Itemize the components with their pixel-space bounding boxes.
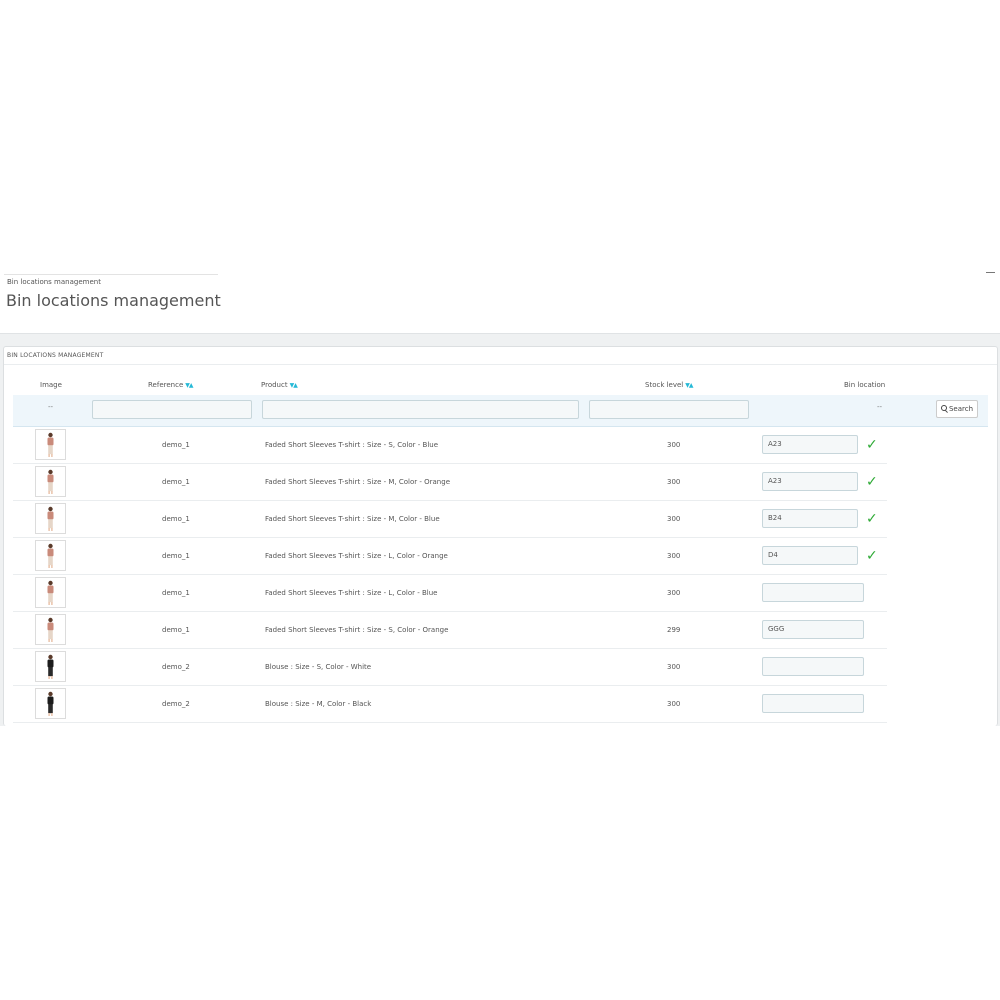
stock-cell: 300 [667, 478, 681, 486]
stock-cell: 300 [667, 663, 681, 671]
search-button-label: Search [948, 405, 974, 413]
product-image-icon [47, 691, 54, 716]
product-thumbnail[interactable] [35, 614, 66, 645]
saved-check-icon: ✓ [866, 474, 878, 490]
product-image-icon [47, 469, 54, 494]
product-thumbnail[interactable] [35, 688, 66, 719]
panel-heading: BIN LOCATIONS MANAGEMENT [4, 347, 997, 365]
product-table-body: demo_1 Faded Short Sleeves T-shirt : Size… [13, 427, 887, 723]
reference-cell: demo_2 [162, 663, 190, 671]
page-title: Bin locations management [6, 291, 221, 310]
column-header-bin-location: Bin location [844, 381, 885, 389]
reference-filter-input[interactable] [92, 400, 252, 419]
product-cell: Faded Short Sleeves T-shirt : Size - L, … [265, 589, 438, 597]
product-cell: Blouse : Size - S, Color - White [265, 663, 372, 671]
product-filter-input[interactable] [262, 400, 579, 419]
search-button[interactable]: Search [936, 400, 978, 418]
stock-cell: 300 [667, 552, 681, 560]
filter-row: -- -- Search [13, 395, 988, 427]
product-thumbnail[interactable] [35, 577, 66, 608]
top-divider [4, 274, 218, 275]
stock-filter-input[interactable] [589, 400, 749, 419]
bin-filter-placeholder: -- [877, 403, 883, 411]
reference-cell: demo_1 [162, 515, 190, 523]
search-icon [940, 405, 947, 411]
saved-check-icon: ✓ [866, 548, 878, 564]
bin-location-input[interactable]: A23 [762, 435, 858, 454]
product-cell: Faded Short Sleeves T-shirt : Size - M, … [265, 478, 450, 486]
bin-location-input[interactable] [762, 694, 864, 713]
table-row: demo_1 Faded Short Sleeves T-shirt : Size… [13, 427, 887, 464]
column-header-image-label: Image [40, 381, 62, 389]
bin-location-input[interactable] [762, 657, 864, 676]
table-row: demo_2 Blouse : Size - S, Color - White 30… [13, 649, 887, 686]
product-image-icon [47, 432, 54, 457]
product-image-icon [47, 580, 54, 605]
table-row: demo_1 Faded Short Sleeves T-shirt : Size… [13, 501, 887, 538]
column-header-product: Product ▼▲ [261, 381, 298, 389]
stock-cell: 300 [667, 441, 681, 449]
bin-location-input[interactable]: GGG [762, 620, 864, 639]
reference-cell: demo_1 [162, 552, 190, 560]
reference-cell: demo_2 [162, 700, 190, 708]
column-header-image: Image [40, 381, 62, 389]
table-row: demo_1 Faded Short Sleeves T-shirt : Size… [13, 575, 887, 612]
product-thumbnail[interactable] [35, 466, 66, 497]
product-thumbnail[interactable] [35, 651, 66, 682]
product-thumbnail[interactable] [35, 429, 66, 460]
stock-cell: 300 [667, 700, 681, 708]
reference-cell: demo_1 [162, 589, 190, 597]
product-cell: Faded Short Sleeves T-shirt : Size - M, … [265, 515, 440, 523]
reference-cell: demo_1 [162, 478, 190, 486]
bin-location-input[interactable]: B24 [762, 509, 858, 528]
column-header-stock-level: Stock level ▼▲ [645, 381, 694, 389]
bin-locations-panel: BIN LOCATIONS MANAGEMENT Image Reference… [3, 346, 998, 726]
breadcrumb[interactable]: Bin locations management [7, 278, 101, 286]
bin-location-input[interactable] [762, 583, 864, 602]
bin-location-input[interactable]: D4 [762, 546, 858, 565]
sort-product-icon[interactable]: ▼▲ [290, 382, 298, 389]
image-filter-placeholder: -- [48, 403, 54, 411]
stock-cell: 300 [667, 515, 681, 523]
saved-check-icon: ✓ [866, 437, 878, 453]
product-cell: Faded Short Sleeves T-shirt : Size - S, … [265, 626, 449, 634]
product-image-icon [47, 506, 54, 531]
reference-cell: demo_1 [162, 441, 190, 449]
column-header-reference: Reference ▼▲ [148, 381, 194, 389]
bin-location-input[interactable]: A23 [762, 472, 858, 491]
sort-stock-icon[interactable]: ▼▲ [685, 382, 693, 389]
stock-cell: 299 [667, 626, 681, 634]
table-row: demo_2 Blouse : Size - M, Color - Black 30… [13, 686, 887, 723]
product-image-icon [47, 617, 54, 642]
product-cell: Faded Short Sleeves T-shirt : Size - L, … [265, 552, 448, 560]
corner-dash [986, 272, 995, 273]
table-row: demo_1 Faded Short Sleeves T-shirt : Size… [13, 464, 887, 501]
product-cell: Blouse : Size - M, Color - Black [265, 700, 372, 708]
sort-reference-icon[interactable]: ▼▲ [185, 382, 193, 389]
saved-check-icon: ✓ [866, 511, 878, 527]
stock-cell: 300 [667, 589, 681, 597]
column-header-bin-label: Bin location [844, 381, 886, 389]
product-thumbnail[interactable] [35, 503, 66, 534]
product-cell: Faded Short Sleeves T-shirt : Size - S, … [265, 441, 439, 449]
table-row: demo_1 Faded Short Sleeves T-shirt : Size… [13, 538, 887, 575]
column-header-stock-label: Stock level [645, 381, 684, 389]
reference-cell: demo_1 [162, 626, 190, 634]
product-image-icon [47, 543, 54, 568]
table-row: demo_1 Faded Short Sleeves T-shirt : Size… [13, 612, 887, 649]
column-header-reference-label: Reference [148, 381, 184, 389]
column-header-product-label: Product [261, 381, 288, 389]
product-thumbnail[interactable] [35, 540, 66, 571]
product-image-icon [47, 654, 54, 679]
